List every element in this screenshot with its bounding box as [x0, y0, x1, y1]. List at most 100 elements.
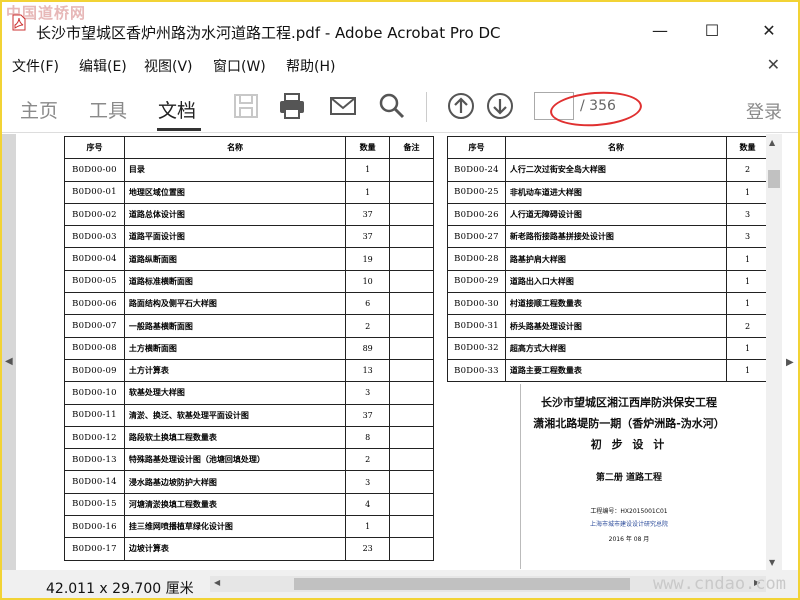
table-cell-code: B0D00-25 [447, 180, 506, 204]
table-cell-name: 桥头路基处理设计图 [504, 314, 728, 338]
table-cell-code: B0D00-07 [64, 314, 125, 338]
toolbar: 主页 工具 文档 / 356 登录 [2, 80, 798, 133]
save-icon[interactable] [232, 92, 260, 120]
table-cell-code: B0D00-00 [64, 158, 125, 182]
maximize-button[interactable]: ☐ [702, 20, 722, 40]
table-cell-remark [389, 225, 434, 249]
table-row: B0D00-06 路面结构及侧平石大样图 6 [64, 292, 434, 316]
cover-volume: 第二册 道路工程 [595, 473, 663, 483]
close-document-icon[interactable]: ✕ [767, 55, 780, 74]
table-cell-name: 道路主要工程数量表 [504, 358, 728, 383]
page-size-readout: 42.011 x 29.700 厘米 [46, 581, 194, 597]
column-header: 序号 [64, 135, 125, 160]
page-down-icon[interactable] [486, 92, 514, 120]
table-cell-name: 人行道无障碍设计图 [504, 202, 728, 227]
table-cell-remark [389, 425, 434, 450]
table-row: B0D00-25 非机动车道进大样图 1 [447, 180, 769, 204]
table-cell-code: B0D00-33 [447, 358, 506, 383]
table-cell-code: B0D00-27 [447, 225, 506, 249]
cover-stage: 初 步 设 计 [590, 438, 668, 451]
cover-project-subtitle: 潇湘北路堤防一期（香炉洲路-沩水河） [533, 417, 725, 430]
menu-file[interactable]: 文件(F) [12, 56, 59, 76]
table-cell-remark [389, 247, 434, 271]
table-cell-code: B0D00-15 [64, 492, 125, 517]
menu-window[interactable]: 窗口(W) [213, 56, 266, 76]
table-row: B0D00-10 软基处理大样图 3 [64, 381, 434, 405]
vertical-scrollbar[interactable]: ▲ ▼ [766, 134, 782, 570]
close-button[interactable]: ✕ [759, 20, 779, 40]
table-cell-code: B0D00-17 [64, 537, 125, 561]
status-bar: 42.011 x 29.700 厘米 ◀ ▶ www.cndao.com [2, 570, 798, 598]
vertical-scroll-thumb[interactable] [768, 170, 780, 188]
table-header-row: 序号 名称 数量 [447, 135, 769, 160]
tab-home[interactable]: 主页 [20, 96, 58, 123]
table-row: B0D00-33 道路主要工程数量表 1 [447, 358, 769, 383]
table-cell-name: 非机动车道进大样图 [504, 180, 728, 204]
right-nav-arrow-icon[interactable]: ▶ [786, 357, 794, 368]
table-cell-code: B0D00-08 [64, 336, 125, 360]
column-header: 数量 [345, 135, 391, 160]
login-button[interactable]: 登录 [746, 98, 782, 124]
table-row: B0D00-07 一般路基横断面图 2 [64, 314, 434, 338]
table-cell-qty: 4 [345, 492, 391, 517]
toolbar-separator [426, 92, 427, 122]
table-cell-name: 道路总体设计图 [123, 202, 347, 227]
tab-document[interactable]: 文档 [158, 96, 196, 123]
tab-tools[interactable]: 工具 [89, 96, 127, 123]
cover-project-number: 工程编号：HX2015001C01 [590, 508, 668, 515]
table-row: B0D00-32 超高方式大样图 1 [447, 336, 769, 360]
menu-edit[interactable]: 编辑(E) [79, 56, 127, 76]
table-cell-remark [389, 336, 434, 360]
search-icon[interactable] [378, 92, 406, 120]
column-header: 名称 [504, 135, 728, 160]
cover-project-title: 长沙市望城区湘江西岸防洪保安工程 [541, 396, 717, 409]
table-cell-qty: 10 [345, 269, 391, 294]
table-row: B0D00-03 道路平面设计图 37 [64, 225, 434, 249]
table-cell-code: B0D00-13 [64, 448, 125, 472]
left-nav-arrow-icon[interactable]: ◀ [5, 356, 13, 367]
table-cell-remark [389, 492, 434, 517]
table-cell-name: 目录 [123, 158, 347, 182]
table-cell-remark [389, 292, 434, 316]
table-cell-qty: 1 [726, 292, 769, 316]
scroll-left-icon[interactable]: ◀ [214, 578, 220, 587]
pdf-page: 序号 名称 数量 备注 B0D00-00 目录 1 B0D00-01 地理区域位置图 1 B… [16, 134, 772, 570]
table-row: B0D00-01 地理区域位置图 1 [64, 180, 434, 204]
table-row: B0D00-00 目录 1 [64, 158, 434, 182]
page-up-icon[interactable] [447, 92, 475, 120]
table-cell-remark [389, 448, 434, 472]
table-cell-name: 清淤、换泛、软基处理平面设计图 [123, 403, 347, 427]
table-cell-name: 边坡计算表 [123, 537, 347, 561]
menu-help[interactable]: 帮助(H) [286, 56, 335, 76]
table-row: B0D00-26 人行道无障碍设计图 3 [447, 202, 769, 227]
menu-view[interactable]: 视图(V) [144, 56, 193, 76]
table-cell-qty: 8 [345, 425, 391, 450]
table-cell-remark [389, 180, 434, 204]
table-cell-qty: 37 [345, 225, 391, 249]
print-icon[interactable] [278, 92, 306, 120]
table-header-row: 序号 名称 数量 备注 [64, 135, 434, 160]
table-cell-qty: 37 [345, 403, 391, 427]
table-cell-remark [389, 537, 434, 561]
table-row: B0D00-13 特殊路基处理设计图（池塘回填处理） 2 [64, 448, 434, 472]
table-cell-name: 特殊路基处理设计图（池塘回填处理） [123, 448, 347, 472]
horizontal-scroll-thumb[interactable] [294, 578, 630, 590]
table-row: B0D00-02 道路总体设计图 37 [64, 202, 434, 227]
table-cell-qty: 3 [345, 470, 391, 494]
email-icon[interactable] [329, 92, 357, 120]
table-cell-name: 道路出入口大样图 [504, 269, 728, 294]
table-cell-code: B0D00-04 [64, 247, 125, 271]
table-row: B0D00-17 边坡计算表 23 [64, 537, 434, 561]
table-cell-qty: 1 [726, 180, 769, 204]
table-cell-name: 路面结构及侧平石大样图 [123, 292, 347, 316]
scroll-up-icon[interactable]: ▲ [769, 138, 775, 147]
table-cell-name: 路基护肩大样图 [504, 247, 728, 271]
table-cell-code: B0D00-09 [64, 358, 125, 383]
scroll-down-icon[interactable]: ▼ [769, 558, 775, 567]
minimize-button[interactable]: — [650, 20, 670, 40]
pdf-file-icon [12, 14, 26, 31]
table-row: B0D00-31 桥头路基处理设计图 2 [447, 314, 769, 338]
table-cell-code: B0D00-14 [64, 470, 125, 494]
table-cell-name: 路段软土换填工程数量表 [123, 425, 347, 450]
table-cell-code: B0D00-01 [64, 180, 125, 204]
